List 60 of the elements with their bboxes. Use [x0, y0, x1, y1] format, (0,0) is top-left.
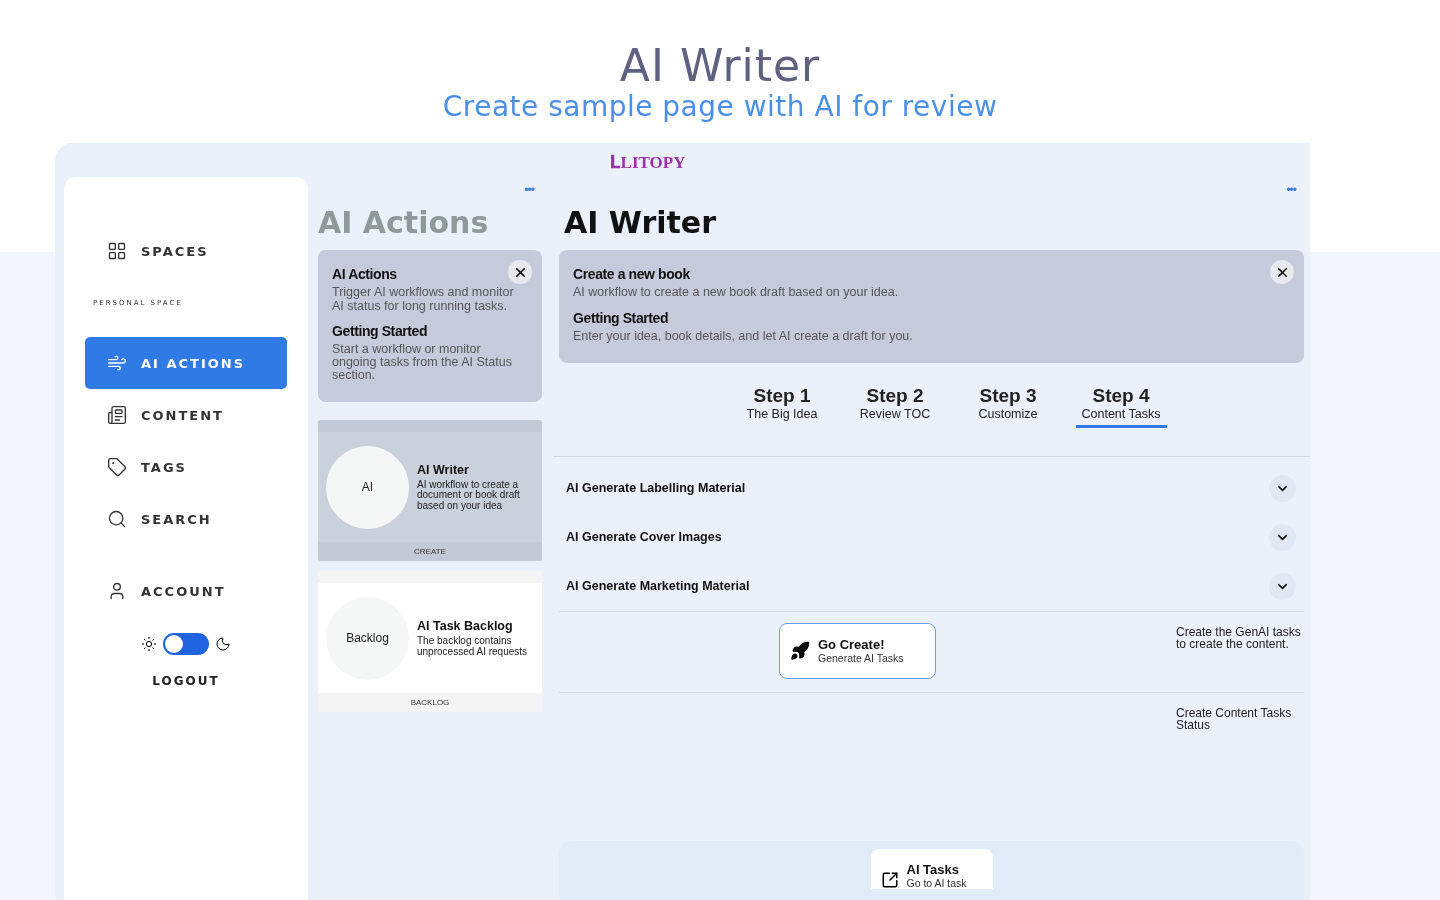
brand-logo[interactable]: 𝐋LITOPY [609, 153, 686, 174]
more-menu-button[interactable]: ••• [516, 183, 542, 198]
theme-toggle[interactable] [163, 633, 209, 656]
sun-icon [141, 636, 157, 653]
chevron-icon[interactable] [1269, 572, 1296, 600]
rocket-icon [790, 640, 810, 661]
accordion-title: AI Generate Cover Images [566, 530, 722, 545]
info-text: AI workflow to create a new book draft based on your idea. [573, 286, 900, 300]
grid-icon [107, 241, 127, 262]
accordion-header[interactable]: AI Generate Marketing Material [559, 561, 1304, 611]
panel-title: AI Actions [318, 205, 490, 241]
card-title: AI Task Backlog [417, 619, 514, 633]
info-text: Trigger AI workflows and monitor AI status for long running tasks. [332, 286, 515, 313]
card-text: AI workflow to create a document or book draft based on your idea [417, 479, 521, 512]
accordion-header[interactable]: AI Generate Labelling Material [559, 463, 1304, 513]
info-subtitle: Getting Started [332, 322, 428, 339]
workflow-card[interactable]: Backlog AI Task Backlog The backlog contains unprocessed AI requests BACKLOG [318, 571, 542, 712]
card-footer: CREATE [318, 542, 542, 561]
step-tab[interactable]: Step 2 Review TOC [849, 384, 941, 428]
nav-item[interactable]: CONTENT [85, 389, 287, 442]
chevron-icon[interactable] [1269, 523, 1296, 551]
page-title: AI Writer [619, 42, 821, 91]
search-icon [107, 509, 127, 530]
step-tab[interactable]: Step 1 The Big Idea [736, 384, 828, 428]
page-subtitle: Create sample page with AI for review [442, 90, 998, 124]
nav-item[interactable]: AI ACTIONS [85, 337, 287, 390]
tag-icon [107, 457, 127, 478]
workflow-card[interactable]: AI AI Writer AI workflow to create a document or book draft based on your idea CREATE [318, 420, 542, 561]
row-note: Create the GenAI tasks to create the content. [1176, 623, 1302, 651]
card-title: AI Writer [417, 462, 470, 477]
nav-item[interactable]: ACCOUNT [85, 565, 287, 618]
moon-icon [215, 636, 231, 653]
close-button[interactable] [1270, 260, 1294, 285]
accordion-title: AI Generate Labelling Material [566, 481, 746, 496]
nav-item[interactable]: SPACES [85, 225, 287, 278]
panel-title: AI Writer [564, 205, 717, 241]
row-note: Create Content Tasks Status [1176, 704, 1293, 732]
card-footer: BACKLOG [318, 693, 542, 712]
ai-tasks-link[interactable]: AI Tasks Go to AI task [870, 848, 993, 889]
nav-item[interactable]: TAGS [85, 441, 287, 494]
info-text: Enter your idea, book details, and let AI create a draft for you. [573, 329, 914, 343]
info-subtitle: Getting Started [573, 309, 669, 326]
external-link-icon [880, 870, 899, 889]
info-text: Start a workflow or monitor ongoing tasks from the AI Status section. [332, 342, 513, 382]
accordion-title: AI Generate Marketing Material [566, 579, 750, 594]
go-create-button[interactable]: Go Create! Generate AI Tasks [779, 622, 936, 679]
step-tab[interactable]: Step 3 Customize [962, 384, 1054, 428]
chevron-icon[interactable] [1269, 474, 1296, 502]
more-menu-button[interactable]: ••• [1278, 183, 1304, 198]
step-tab[interactable]: Step 4 Content Tasks [1075, 384, 1167, 428]
close-button[interactable] [508, 260, 532, 285]
newspaper-icon [107, 405, 127, 426]
card-text: The backlog contains unprocessed AI requests [417, 636, 529, 657]
nav-item[interactable]: SEARCH [85, 493, 287, 546]
logout-button[interactable]: LOGOUT [146, 673, 226, 690]
info-title: Create a new book [573, 266, 690, 283]
avatar: AI [326, 445, 409, 529]
info-title: AI Actions [332, 266, 397, 283]
accordion-header[interactable]: AI Generate Cover Images [559, 512, 1304, 562]
avatar: Backlog [326, 596, 409, 680]
